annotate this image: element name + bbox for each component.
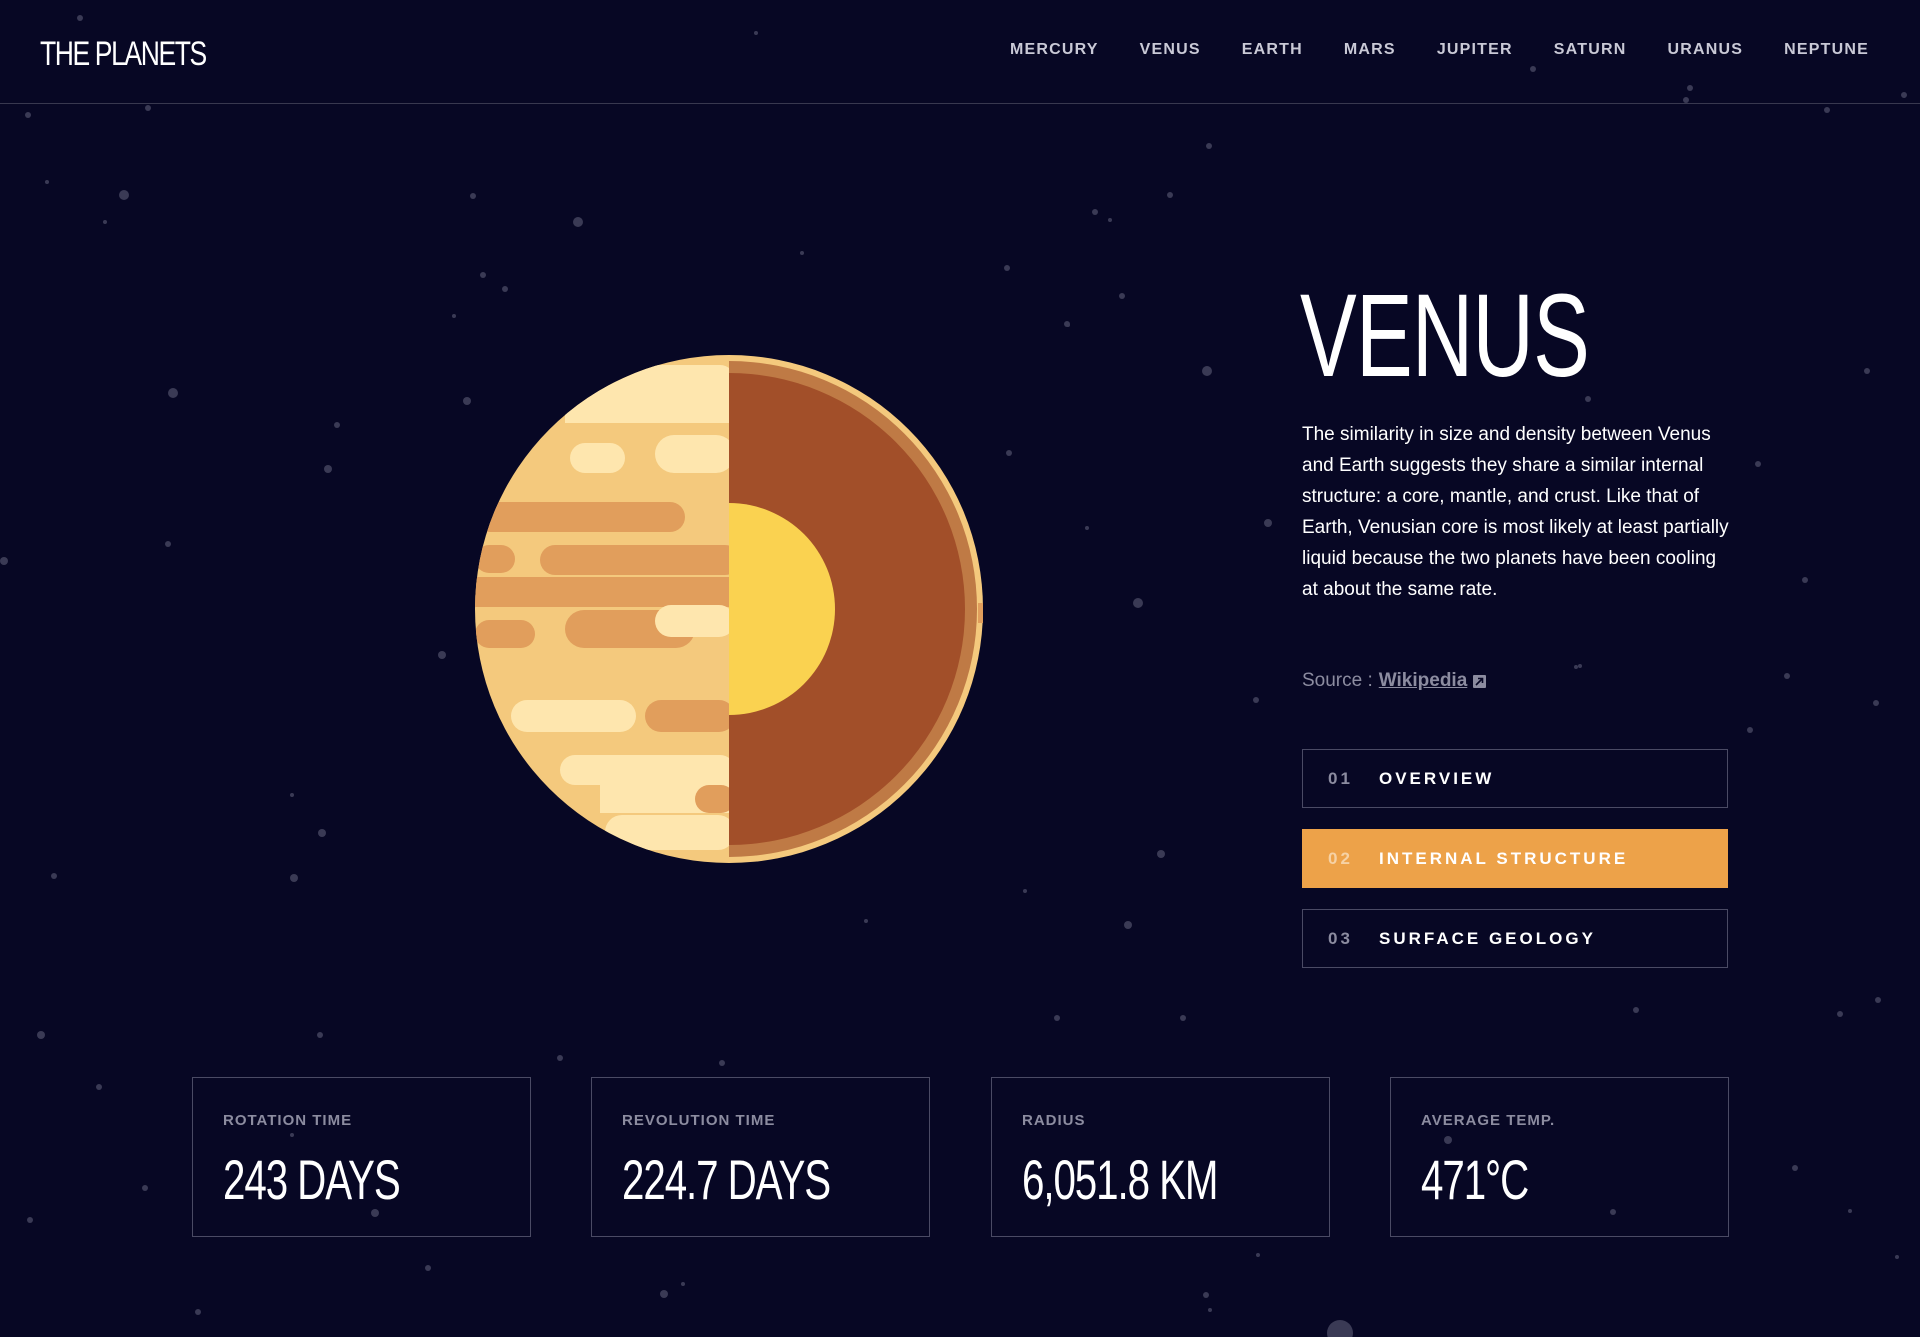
stat-value: 224.7 DAYS: [622, 1148, 831, 1211]
stat-label: RADIUS: [1022, 1112, 1086, 1129]
stat-label: AVERAGE TEMP.: [1421, 1112, 1556, 1129]
source-line: Source : Wikipedia: [1302, 666, 1487, 696]
stat-card-radius: RADIUS 6,051.8 KM: [991, 1077, 1330, 1237]
stat-card-revolution-time: REVOLUTION TIME 224.7 DAYS: [591, 1077, 930, 1237]
stat-value: 6,051.8 KM: [1022, 1148, 1218, 1211]
nav-item-earth[interactable]: EARTH: [1242, 38, 1303, 62]
stat-card-rotation-time: ROTATION TIME 243 DAYS: [192, 1077, 531, 1237]
stat-label: REVOLUTION TIME: [622, 1112, 776, 1129]
nav-item-jupiter[interactable]: JUPITER: [1437, 38, 1513, 62]
tab-label: INTERNAL STRUCTURE: [1379, 848, 1629, 868]
tab-number: 01: [1328, 768, 1353, 788]
tab-label: SURFACE GEOLOGY: [1379, 928, 1596, 948]
site-logo[interactable]: THE PLANETS: [40, 31, 207, 77]
tab-overview[interactable]: 01 OVERVIEW: [1302, 749, 1728, 808]
tab-internal-structure[interactable]: 02 INTERNAL STRUCTURE: [1302, 829, 1728, 888]
stat-value: 243 DAYS: [223, 1148, 401, 1211]
venus-internal-structure-icon: [475, 355, 983, 863]
tab-label: OVERVIEW: [1379, 768, 1495, 788]
nav-item-venus[interactable]: VENUS: [1140, 38, 1201, 62]
site-header: THE PLANETS MERCURY VENUS EARTH MARS JUP…: [0, 0, 1920, 104]
planet-nav: MERCURY VENUS EARTH MARS JUPITER SATURN …: [1010, 38, 1869, 62]
nav-item-neptune[interactable]: NEPTUNE: [1784, 38, 1869, 62]
nav-item-uranus[interactable]: URANUS: [1667, 38, 1743, 62]
planet-title: VENUS: [1300, 270, 1590, 402]
nav-item-mercury[interactable]: MERCURY: [1010, 38, 1099, 62]
external-link-icon[interactable]: [1473, 674, 1487, 688]
tab-surface-geology[interactable]: 03 SURFACE GEOLOGY: [1302, 909, 1728, 968]
planet-description: The similarity in size and density betwe…: [1302, 424, 1729, 600]
wikipedia-link[interactable]: Wikipedia: [1379, 666, 1468, 696]
source-label: Source :: [1302, 670, 1373, 691]
stat-card-average-temp: AVERAGE TEMP. 471°C: [1390, 1077, 1729, 1237]
tab-number: 03: [1328, 928, 1353, 948]
nav-item-saturn[interactable]: SATURN: [1554, 38, 1627, 62]
stat-value: 471°C: [1421, 1148, 1529, 1211]
nav-item-mars[interactable]: MARS: [1344, 38, 1396, 62]
tab-number: 02: [1328, 848, 1353, 868]
page: THE PLANETS MERCURY VENUS EARTH MARS JUP…: [0, 0, 1920, 1337]
stat-label: ROTATION TIME: [223, 1112, 353, 1129]
